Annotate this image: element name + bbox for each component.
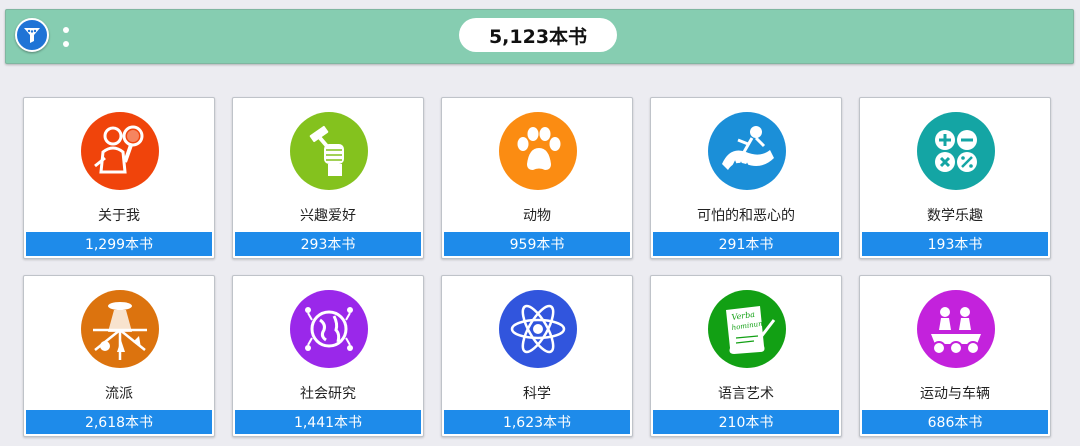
- top-bar: 5,123本书: [5, 9, 1074, 64]
- atom-icon: [499, 290, 577, 368]
- category-book-count: 291本书: [653, 232, 839, 256]
- category-title: 社会研究: [300, 386, 356, 402]
- category-book-count: 686本书: [862, 410, 1048, 434]
- category-card-science[interactable]: 科学 1,623本书: [441, 275, 633, 437]
- category-book-count: 1,441本书: [235, 410, 421, 434]
- hammer-fist-icon: [290, 112, 368, 190]
- person-magnifier-icon: [81, 112, 159, 190]
- category-title: 可怕的和恶心的: [697, 208, 795, 224]
- category-title: 动物: [523, 208, 551, 224]
- category-title: 数学乐趣: [927, 208, 983, 224]
- category-card-sports-vehicles[interactable]: 运动与车辆 686本书: [859, 275, 1051, 437]
- genre-collage-icon: [81, 290, 159, 368]
- filter-button[interactable]: [15, 18, 49, 52]
- category-title: 流派: [105, 386, 133, 402]
- more-vertical-icon[interactable]: [62, 27, 70, 47]
- category-book-count: 959本书: [444, 232, 630, 256]
- category-book-count: 2,618本书: [26, 410, 212, 434]
- math-operators-icon: [917, 112, 995, 190]
- category-book-count: 1,623本书: [444, 410, 630, 434]
- scroll-quill-icon: Verba hominum: [708, 290, 786, 368]
- category-card-language-arts[interactable]: Verba hominum 语言艺术 210本书: [650, 275, 842, 437]
- category-card-genres[interactable]: 流派 2,618本书: [23, 275, 215, 437]
- category-title: 运动与车辆: [920, 386, 990, 402]
- category-title: 科学: [523, 386, 551, 402]
- category-book-count: 193本书: [862, 232, 1048, 256]
- total-book-count: 5,123本书: [459, 18, 617, 52]
- category-book-count: 293本书: [235, 232, 421, 256]
- category-card-fun-math[interactable]: 数学乐趣 193本书: [859, 97, 1051, 259]
- monster-icon: [708, 112, 786, 190]
- vehicle-riders-icon: [917, 290, 995, 368]
- globe-people-icon: [290, 290, 368, 368]
- filter-icon: [24, 28, 40, 43]
- category-card-scary-gross[interactable]: 可怕的和恶心的 291本书: [650, 97, 842, 259]
- category-book-count: 210本书: [653, 410, 839, 434]
- category-card-animals[interactable]: 动物 959本书: [441, 97, 633, 259]
- category-card-social-studies[interactable]: 社会研究 1,441本书: [232, 275, 424, 437]
- category-card-hobbies[interactable]: 兴趣爱好 293本书: [232, 97, 424, 259]
- paw-icon: [499, 112, 577, 190]
- category-title: 兴趣爱好: [300, 208, 356, 224]
- category-book-count: 1,299本书: [26, 232, 212, 256]
- category-title: 关于我: [98, 208, 140, 224]
- category-title: 语言艺术: [718, 386, 774, 402]
- category-grid: 关于我 1,299本书 兴趣爱好 293本书 动物 959本书 可怕的和恶心的 …: [23, 97, 1051, 437]
- category-card-about-me[interactable]: 关于我 1,299本书: [23, 97, 215, 259]
